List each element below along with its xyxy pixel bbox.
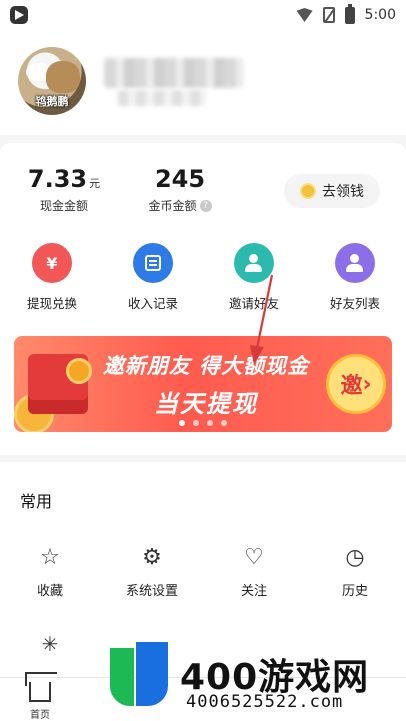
avatar-caption: 鸨鹅鹏 [35, 95, 69, 108]
settings-button[interactable]: ⚙ 系统设置 [112, 544, 192, 600]
withdraw-label: 提现兑换 [26, 296, 77, 311]
coin-label: 金币金额 [148, 199, 197, 213]
page-dot[interactable] [193, 420, 199, 426]
gold-coin-image [66, 358, 92, 384]
withdraw-button[interactable]: ¥ 提现兑换 [7, 243, 97, 312]
history-label: 历史 [341, 584, 368, 599]
cash-label: 现金金额 [39, 199, 88, 213]
gear-icon: ⚙ [142, 544, 162, 570]
blurred-user-id [118, 90, 206, 106]
cash-value: 7.33 [27, 165, 88, 193]
heart-plus-icon: ♡ [244, 544, 264, 570]
coin-icon [300, 183, 316, 199]
tab-home[interactable]: 首页 [14, 680, 66, 721]
page-dot[interactable] [207, 420, 213, 426]
banner-subline: 当天提现 [154, 390, 258, 418]
star-icon: ☆ [40, 544, 60, 570]
watermark-number: 4006525522.com [186, 692, 344, 712]
document-icon [133, 243, 173, 283]
banner-pagination [0, 420, 406, 426]
info-icon[interactable]: ? [199, 199, 212, 212]
follow-button[interactable]: ♡ 关注 [214, 544, 294, 600]
chevron-right-icon: › [362, 371, 372, 397]
friend-list-button[interactable]: 好友列表 [310, 243, 400, 312]
get-money-label: 去领钱 [322, 184, 364, 200]
user-list-icon [335, 243, 375, 283]
common-title: 常用 [20, 492, 53, 511]
no-sim-icon [322, 7, 335, 23]
watermark-logo [110, 642, 170, 712]
page-dot[interactable] [221, 420, 227, 426]
common-section: 常用 ☆ 收藏 ⚙ 系统设置 ♡ 关注 ◷ 历史 ✳ [0, 462, 406, 677]
status-bar: 5:00 [0, 0, 406, 30]
avatar[interactable]: 鸨鹅鹏 [18, 47, 86, 115]
yuan-icon: ¥ [32, 243, 72, 283]
battery-icon [344, 3, 355, 24]
sparkle-icon[interactable]: ✳ [10, 632, 90, 656]
blurred-username [104, 58, 244, 88]
coin-value: 245 [154, 165, 206, 193]
coin-balance[interactable]: 245 金币金额? [144, 165, 216, 214]
page-dot[interactable] [179, 420, 185, 426]
invite-banner[interactable]: 邀新朋友 得大额现金 当天提现 邀 › [14, 336, 392, 432]
app-icon [10, 6, 28, 24]
annotation-arrow [250, 274, 274, 365]
income-record-button[interactable]: 收入记录 [108, 243, 198, 312]
quick-actions: ¥ 提现兑换 收入记录 邀请好友 好友列表 [0, 243, 406, 315]
favorites-button[interactable]: ☆ 收藏 [10, 544, 90, 600]
follow-label: 关注 [240, 584, 267, 599]
cash-balance[interactable]: 7.33 元 现金金额 [26, 165, 102, 214]
get-money-button[interactable]: 去领钱 [284, 174, 380, 208]
wifi-icon [296, 8, 313, 22]
history-button[interactable]: ◷ 历史 [315, 544, 395, 600]
status-time: 5:00 [364, 7, 396, 23]
income-record-label: 收入记录 [127, 296, 178, 311]
wallet-card: 7.33 元 现金金额 245 金币金额? 去领钱 ¥ 提现兑换 收入记录 邀请好… [0, 143, 406, 455]
dog-image [46, 61, 80, 93]
friend-list-label: 好友列表 [329, 296, 380, 311]
favorites-label: 收藏 [36, 584, 63, 599]
cash-unit: 元 [89, 177, 101, 190]
tab-home-label: 首页 [30, 710, 50, 721]
clock-icon: ◷ [345, 544, 365, 570]
banner-invite-badge[interactable]: 邀 › [326, 354, 386, 414]
settings-label: 系统设置 [125, 584, 178, 599]
home-icon [29, 682, 51, 702]
profile-header[interactable]: 鸨鹅鹏 [0, 30, 406, 135]
